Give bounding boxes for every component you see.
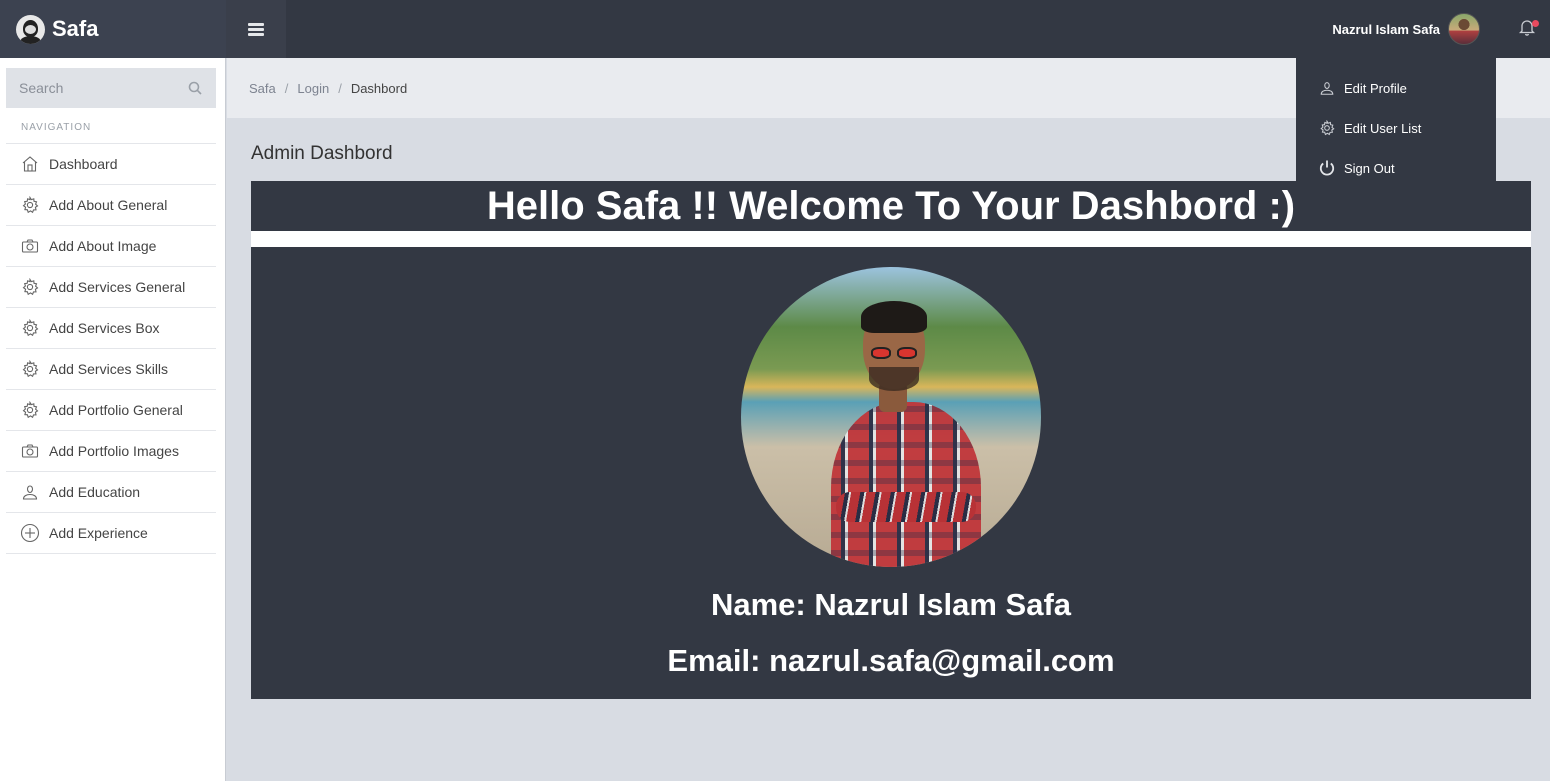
search-input[interactable]: [19, 80, 179, 96]
welcome-text: Hello Safa !! Welcome To Your Dashbord :…: [486, 183, 1296, 228]
search-box: [6, 68, 216, 108]
sidebar-item-add-services-skills[interactable]: Add Services Skills: [6, 349, 216, 390]
sidebar-item-add-portfolio-general[interactable]: Add Portfolio General: [6, 390, 216, 431]
hamburger-icon: [248, 22, 264, 36]
menu-item-label: Sign Out: [1344, 160, 1395, 176]
profile-card: Name: Nazrul Islam Safa Email: nazrul.sa…: [251, 247, 1531, 699]
breadcrumb-item-login[interactable]: Login: [297, 81, 329, 96]
sidebar-item-add-about-general[interactable]: Add About General: [6, 185, 216, 226]
sidebar-item-add-about-image[interactable]: Add About Image: [6, 226, 216, 267]
sidebar-item-label: Add Education: [49, 484, 141, 500]
sidebar-item-add-portfolio-images[interactable]: Add Portfolio Images: [6, 431, 216, 472]
nav-heading: NAVIGATION: [21, 122, 92, 133]
sidebar-item-add-education[interactable]: Add Education: [6, 472, 216, 513]
divider: [251, 231, 1531, 247]
sidebar-item-label: Add Portfolio Images: [49, 443, 179, 459]
nav-list: Dashboard Add About General Add About Im…: [6, 143, 216, 554]
camera-icon: [20, 441, 40, 461]
user-icon: [20, 482, 40, 502]
gear-icon: [20, 277, 40, 297]
notification-badge: [1532, 20, 1539, 27]
sidebar-item-label: Add Experience: [49, 525, 148, 541]
sidebar-item-label: Add Services Box: [49, 320, 160, 336]
sidebar-item-label: Add Services General: [49, 279, 186, 295]
page-title: Admin Dashbord: [251, 143, 393, 164]
brand-logo: [16, 14, 45, 44]
menu-item-edit-user-list[interactable]: Edit User List: [1296, 108, 1496, 148]
sidebar-item-label: Add About General: [49, 197, 168, 213]
sidebar-item-label: Add About Image: [49, 238, 157, 254]
avatar: [1448, 13, 1480, 45]
gear-icon: [20, 359, 40, 379]
sidebar-item-add-experience[interactable]: Add Experience: [6, 513, 216, 554]
sidebar-item-add-services-general[interactable]: Add Services General: [6, 267, 216, 308]
user-icon: [1318, 79, 1336, 97]
brand-name: Safa: [52, 16, 99, 41]
sidebar-item-label: Add Portfolio General: [49, 402, 183, 418]
menu-item-label: Edit User List: [1344, 120, 1422, 136]
camera-icon: [20, 236, 40, 256]
breadcrumb-item-dashbord: Dashbord: [350, 80, 408, 96]
search-icon[interactable]: [188, 81, 202, 100]
profile-photo: [741, 267, 1041, 567]
plus-circle-icon: [20, 523, 40, 543]
breadcrumb-separator: /: [338, 80, 342, 96]
brand[interactable]: Safa: [0, 0, 226, 58]
menu-item-label: Edit Profile: [1344, 80, 1407, 96]
breadcrumb-separator: /: [284, 80, 289, 96]
home-icon: [20, 154, 40, 174]
sidebar-item-label: Dashboard: [49, 156, 118, 172]
sidebar-item-dashboard[interactable]: Dashboard: [6, 144, 216, 185]
notification-button[interactable]: [1504, 0, 1550, 58]
profile-name: Name: Nazrul Islam Safa: [710, 587, 1072, 622]
menu-item-sign-out[interactable]: Sign Out: [1296, 148, 1496, 188]
user-dropdown-menu: Edit Profile Edit User List Sign Out: [1296, 58, 1496, 198]
menu-item-edit-profile[interactable]: Edit Profile: [1296, 68, 1496, 108]
gear-icon: [20, 195, 40, 215]
gear-icon: [20, 318, 40, 338]
sidebar-item-add-services-box[interactable]: Add Services Box: [6, 308, 216, 349]
menu-toggle-button[interactable]: [226, 0, 286, 58]
power-icon: [1318, 159, 1336, 177]
breadcrumb-item-safa[interactable]: Safa: [249, 81, 276, 96]
top-navbar: Safa Nazrul Islam Safa: [0, 0, 1550, 58]
gear-icon: [1318, 119, 1336, 137]
user-menu-button[interactable]: Nazrul Islam Safa: [1296, 0, 1496, 58]
sidebar: NAVIGATION Dashboard Add About General A…: [0, 58, 226, 781]
user-name: Nazrul Islam Safa: [1332, 21, 1440, 37]
gear-icon: [20, 400, 40, 420]
sidebar-item-label: Add Services Skills: [49, 361, 169, 377]
profile-email: Email: nazrul.safa@gmail.com: [667, 643, 1115, 678]
